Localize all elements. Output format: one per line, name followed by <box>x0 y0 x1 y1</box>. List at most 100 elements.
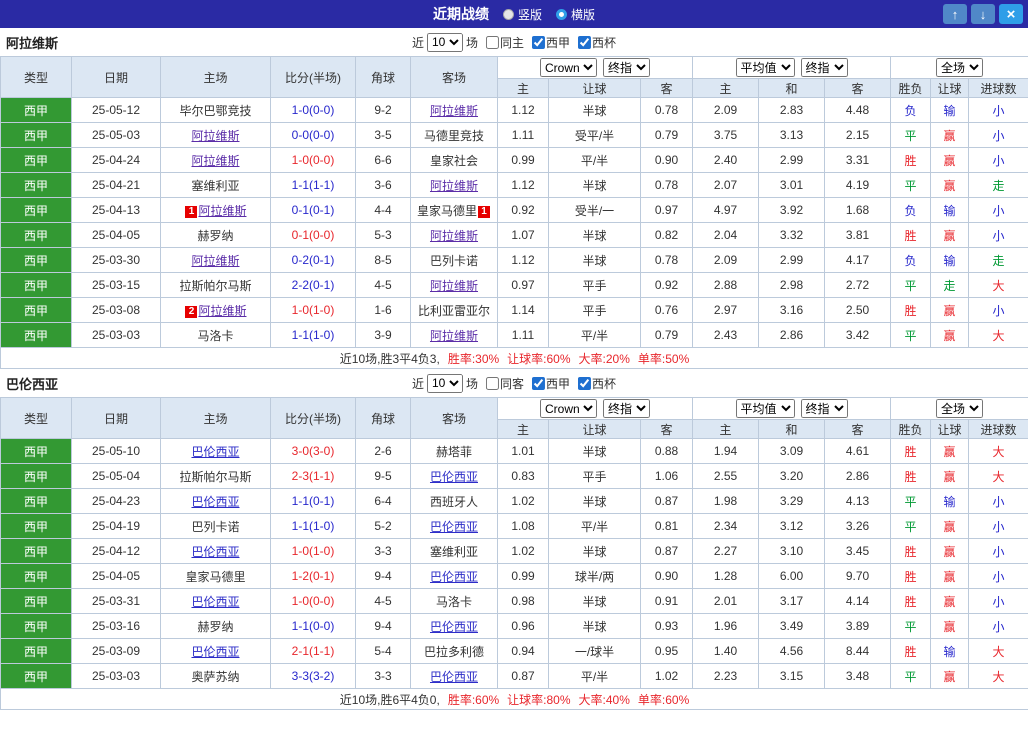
checkbox-label: 西杯 <box>592 35 617 50</box>
score-cell: 0-1(0-1) <box>270 197 356 223</box>
away-team-cell: 马德里竞技 <box>410 122 498 148</box>
home-team-link[interactable]: 巴伦西亚 <box>191 545 239 559</box>
away-team-cell: 皇家马德里 1 <box>410 197 498 223</box>
away-team-link[interactable]: 阿拉维斯 <box>430 229 478 243</box>
away-team-link[interactable]: 马德里竞技 <box>424 129 484 143</box>
column-header: 角球 <box>355 56 411 98</box>
home-team-cell: 阿拉维斯 <box>160 122 271 148</box>
away-team-link[interactable]: 皇家社会 <box>430 154 478 168</box>
layout-horizontal-option[interactable]: 横版 <box>556 6 595 23</box>
away-team-link[interactable]: 巴列卡诺 <box>430 254 478 268</box>
bookmaker-select[interactable]: Crown <box>540 399 597 418</box>
away-team-link[interactable]: 比利亚雷亚尔 <box>418 304 490 318</box>
away-team-link[interactable]: 阿拉维斯 <box>430 104 478 118</box>
average-odds-select[interactable]: 平均值 <box>735 58 795 77</box>
filter-checkbox[interactable]: 西甲 <box>527 375 570 392</box>
away-team-link[interactable]: 巴伦西亚 <box>430 670 478 684</box>
home-team-cell: 阿拉维斯 <box>160 147 271 173</box>
away-team-link[interactable]: 赫塔菲 <box>436 445 472 459</box>
home-team-link[interactable]: 阿拉维斯 <box>191 254 239 268</box>
eu-home-odds: 1.40 <box>692 638 759 664</box>
goals-result-cell: 大 <box>968 663 1028 689</box>
filter-checkbox[interactable]: 同客 <box>481 375 524 392</box>
filter-checkbox[interactable]: 西杯 <box>573 34 616 51</box>
home-team-link[interactable]: 阿拉维斯 <box>191 129 239 143</box>
team-section-0: 阿拉维斯近 10 场同主 西甲 西杯 类型 日期 主场 比分(半场) 角球 客场 Crown 终指 平均值… <box>0 28 1028 369</box>
red-card-badge: 1 <box>185 205 198 218</box>
match-count-select[interactable]: 10 <box>426 373 463 393</box>
away-team-link[interactable]: 巴伦西亚 <box>430 570 478 584</box>
eu-draw-odds: 3.32 <box>758 222 825 248</box>
home-team-link[interactable]: 巴列卡诺 <box>191 520 239 534</box>
away-team-link[interactable]: 巴伦西亚 <box>430 620 478 634</box>
ah-line: 受平/半 <box>548 122 641 148</box>
checkbox-input[interactable] <box>578 376 592 390</box>
home-team-link[interactable]: 阿拉维斯 <box>198 304 246 318</box>
home-team-link[interactable]: 阿拉维斯 <box>191 154 239 168</box>
away-team-link[interactable]: 西班牙人 <box>430 495 478 509</box>
league-cell: 西甲 <box>0 222 72 248</box>
home-team-link[interactable]: 巴伦西亚 <box>191 595 239 609</box>
league-cell: 西甲 <box>0 297 72 323</box>
score-cell: 1-1(0-1) <box>270 488 356 514</box>
scroll-down-button[interactable]: ↓ <box>971 4 995 24</box>
checkbox-input[interactable] <box>532 376 546 390</box>
team-name-title: 巴伦西亚 <box>6 376 59 392</box>
final-odds-select-2[interactable]: 终指 <box>800 399 848 418</box>
league-cell: 西甲 <box>0 438 72 464</box>
goals-result-cell: 大 <box>968 438 1028 464</box>
home-team-link[interactable]: 巴伦西亚 <box>191 495 239 509</box>
away-team-link[interactable]: 巴拉多利德 <box>424 645 484 659</box>
close-button[interactable]: × <box>999 4 1023 24</box>
away-team-link[interactable]: 塞维利亚 <box>430 545 478 559</box>
home-team-link[interactable]: 赫罗纳 <box>197 229 233 243</box>
bookmaker-select[interactable]: Crown <box>540 58 597 77</box>
home-team-link[interactable]: 阿拉维斯 <box>198 204 246 218</box>
average-odds-select[interactable]: 平均值 <box>735 399 795 418</box>
away-team-link[interactable]: 巴伦西亚 <box>430 470 478 484</box>
home-team-link[interactable]: 毕尔巴鄂竞技 <box>179 104 251 118</box>
checkbox-input[interactable] <box>485 376 499 390</box>
checkbox-label: 西甲 <box>546 376 571 391</box>
checkbox-input[interactable] <box>532 35 546 49</box>
odds-select-cell: 平均值 终指 <box>691 397 892 420</box>
filter-checkbox[interactable]: 西杯 <box>573 375 616 392</box>
away-team-link[interactable]: 阿拉维斯 <box>430 279 478 293</box>
checkbox-label: 同主 <box>499 35 525 50</box>
away-team-link[interactable]: 皇家马德里 <box>417 204 477 218</box>
match-row: 西甲 25-03-09 巴伦西亚 2-1(1-1) 5-4 巴拉多利德 0.94 一/球半 0.… <box>0 638 1028 664</box>
filter-checkbox[interactable]: 同主 <box>481 34 524 51</box>
final-odds-select[interactable]: 终指 <box>603 58 650 77</box>
home-team-link[interactable]: 皇家马德里 <box>185 570 245 584</box>
date-cell: 25-05-10 <box>71 438 161 464</box>
home-team-link[interactable]: 巴伦西亚 <box>191 445 239 459</box>
ah-line: 半球 <box>548 488 641 514</box>
scroll-up-button[interactable]: ↑ <box>943 4 967 24</box>
match-count-select[interactable]: 10 <box>426 32 463 52</box>
home-team-link[interactable]: 拉斯帕尔马斯 <box>179 470 251 484</box>
away-team-cell: 马洛卡 <box>410 588 498 614</box>
match-row: 西甲 25-04-05 赫罗纳 0-1(0-0) 5-3 阿拉维斯 1.07 半球 0.82 2.… <box>0 222 1028 248</box>
scope-select[interactable]: 全场 <box>936 58 984 77</box>
ah-line: 平/半 <box>548 322 641 348</box>
final-odds-select-2[interactable]: 终指 <box>800 58 848 77</box>
away-team-link[interactable]: 阿拉维斯 <box>430 329 478 343</box>
checkbox-input[interactable] <box>578 35 592 49</box>
home-team-link[interactable]: 拉斯帕尔马斯 <box>179 279 251 293</box>
home-team-link[interactable]: 塞维利亚 <box>191 179 239 193</box>
ah-away-odds: 0.90 <box>640 563 693 589</box>
away-team-link[interactable]: 阿拉维斯 <box>430 179 478 193</box>
home-team-link[interactable]: 赫罗纳 <box>197 620 233 634</box>
final-odds-select[interactable]: 终指 <box>603 399 650 418</box>
scope-select[interactable]: 全场 <box>936 399 984 418</box>
eu-draw-odds: 2.86 <box>758 322 825 348</box>
home-team-link[interactable]: 巴伦西亚 <box>191 645 239 659</box>
home-team-link[interactable]: 马洛卡 <box>197 329 233 343</box>
result-cell: 胜 <box>890 588 932 614</box>
layout-vertical-option[interactable]: 竖版 <box>502 6 542 23</box>
checkbox-input[interactable] <box>485 35 499 49</box>
away-team-link[interactable]: 巴伦西亚 <box>430 520 478 534</box>
home-team-link[interactable]: 奥萨苏纳 <box>191 670 239 684</box>
away-team-link[interactable]: 马洛卡 <box>436 595 472 609</box>
filter-checkbox[interactable]: 西甲 <box>527 34 570 51</box>
